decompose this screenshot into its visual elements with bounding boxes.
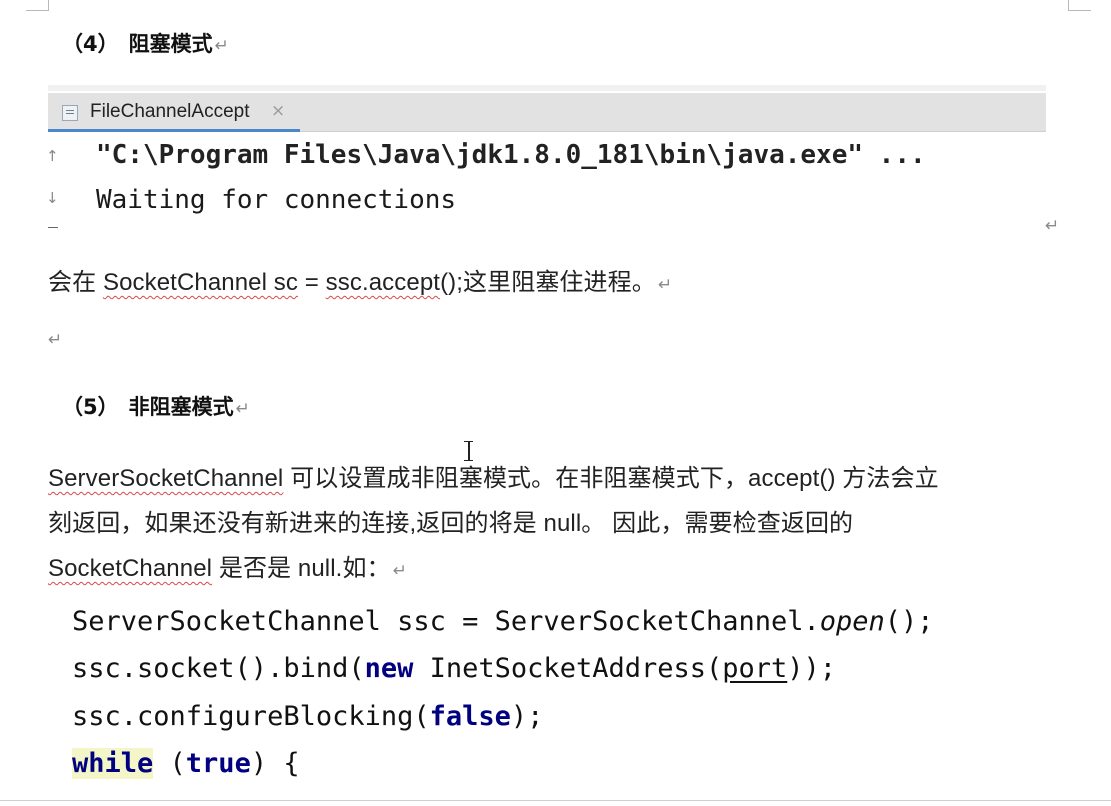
code-ref: ssc.accept [325,269,441,296]
paragraph-mark: ↵ [48,330,63,350]
page-corner-top-left [26,0,49,11]
heading-title: 阻塞模式 [128,32,213,56]
heading-number: （5） [62,395,119,419]
heading-blocking-mode: （4） 阻塞模式 ↵ [62,28,229,58]
code-keyword: false [429,701,511,732]
code-ref: SocketChannel sc [102,269,299,296]
arrow-down-icon[interactable]: ↓ [46,189,59,207]
heading-number: （4） [62,32,119,56]
arrow-up-icon[interactable]: ↑ [46,147,59,165]
text: 是否是 null.如： [212,555,391,582]
code-keyword: while [72,748,154,779]
code-line-3: ssc.configureBlocking(false); [72,701,543,732]
text: ();这里阻塞住进程。 [440,269,656,296]
gutter-dash [48,227,58,228]
code-keyword: new [364,653,414,684]
paragraph-blocking: 会在 SocketChannel sc = ssc.accept();这里阻塞住… [48,262,672,297]
paragraph-mark: ↵ [392,561,408,580]
code-text: (); [884,606,934,637]
code-text: ); [510,701,544,732]
active-tab-underline [48,129,300,132]
paragraph-nonblocking-line3: SocketChannel 是否是 null.如： ↵ [48,548,407,583]
paragraph-mark: ↵ [1045,216,1060,236]
code-line-4: while (true) { [72,748,300,779]
code-text: ssc.configureBlocking( [72,701,430,732]
console-command-line: "C:\Program Files\Java\jdk1.8.0_181\bin\… [96,140,926,170]
code-text: ssc.socket().bind( [72,653,365,684]
code-text: ) { [250,748,300,779]
code-text: InetSocketAddress( [413,653,723,684]
text: 会在 [48,269,103,296]
paragraph-mark: ↵ [214,36,229,56]
code-line-2: ssc.socket().bind(new InetSocketAddress(… [72,653,836,684]
paragraph-nonblocking-line2: 刻返回，如果还没有新进来的连接,返回的将是 null。 因此，需要检查返回的 [48,510,854,537]
code-line-1: ServerSocketChannel ssc = ServerSocketCh… [72,606,934,637]
tab-filechannelaccept[interactable]: FileChannelAccept × [48,93,300,132]
code-text: ( [153,748,186,779]
text: = [298,269,326,296]
heading-title: 非阻塞模式 [128,395,234,419]
text: 可以设置成非阻塞模式。在非阻塞模式下，accept() 方法会立 [283,465,939,492]
console-tab-bar: FileChannelAccept × [48,93,1046,132]
code-variable: port [722,653,788,684]
code-method: open [819,606,885,637]
clipped-strip [48,85,1046,91]
code-text: ServerSocketChannel ssc = ServerSocketCh… [72,606,820,637]
console-icon [62,105,78,121]
console-output-line: Waiting for connections [96,185,457,215]
heading-nonblocking-mode: （5） 非阻塞模式 ↵ [62,391,250,421]
code-ref: SocketChannel [48,555,213,582]
paragraph-mark: ↵ [657,275,673,294]
page-corner-top-right [1068,0,1091,11]
paragraph-nonblocking-line1: ServerSocketChannel 可以设置成非阻塞模式。在非阻塞模式下，a… [48,458,939,493]
paragraph-mark: ↵ [235,399,250,419]
code-keyword: true [185,748,251,779]
tab-label: FileChannelAccept [90,101,250,122]
close-icon[interactable]: × [271,101,285,121]
page-bottom-rule [0,800,1111,801]
code-ref: ServerSocketChannel [48,465,284,492]
code-text: )); [787,653,837,684]
console-screenshot: FileChannelAccept × ↑ ↓ "C:\Program File… [46,85,1046,235]
